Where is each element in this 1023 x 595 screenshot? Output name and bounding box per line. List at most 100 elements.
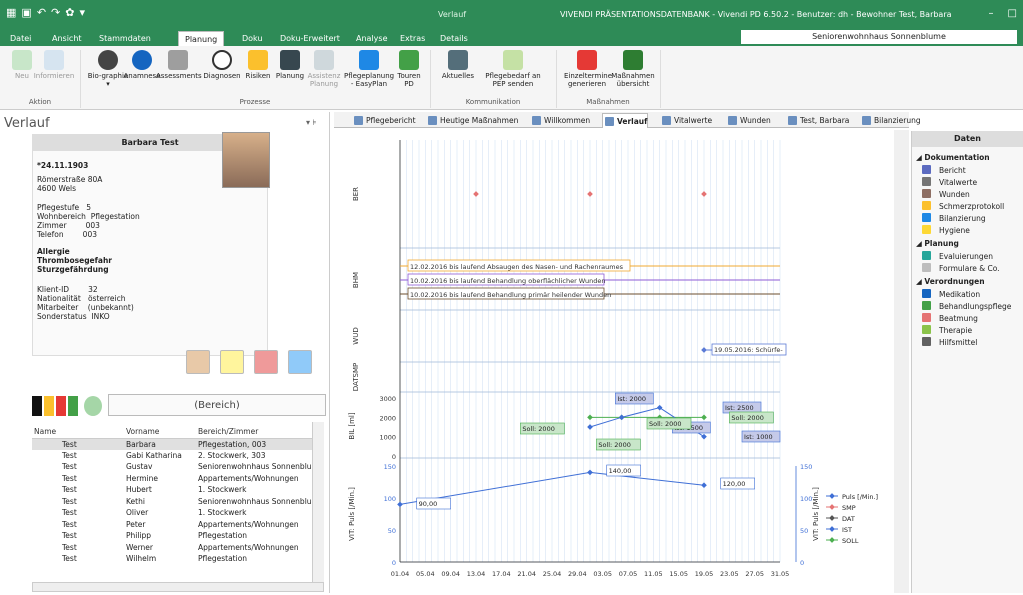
edit-button[interactable] <box>254 350 278 374</box>
tab-doku-erweitert[interactable]: Doku-Erweitert <box>274 31 346 46</box>
tree-section[interactable]: ◢ Verordnungen <box>916 277 985 286</box>
tree-item[interactable]: Evaluierungen <box>922 251 993 261</box>
tree-item[interactable]: Beatmung <box>922 313 978 323</box>
table-row[interactable]: Test Philipp Pflegestation <box>32 530 324 542</box>
table-row[interactable]: Test Barbara Pflegestation, 003 <box>32 438 324 450</box>
pin-icon[interactable]: ▾ ⊧ <box>306 118 317 127</box>
tree-item[interactable]: Schmerzprotokoll <box>922 201 1004 211</box>
tab-analyse[interactable]: Analyse <box>350 31 394 46</box>
list-hscrollbar[interactable] <box>32 582 324 592</box>
col-vorname[interactable]: Vorname <box>124 426 196 439</box>
doctab-vitalwerte[interactable]: Vitalwerte <box>660 113 712 128</box>
undo-icon[interactable]: ↶ <box>37 6 46 20</box>
filter-green-icon[interactable] <box>68 396 78 416</box>
table-row[interactable]: Test Hubert 1. Stockwerk <box>32 484 324 496</box>
leaf-icon[interactable] <box>84 396 102 416</box>
vit-tick: 100 <box>384 495 396 503</box>
tree-item[interactable]: Medikation <box>922 289 980 299</box>
minimize-icon[interactable]: – <box>989 8 994 19</box>
tree-section[interactable]: ◢ Dokumentation <box>916 153 990 162</box>
tree-item[interactable]: Hygiene <box>922 225 970 235</box>
tree-item[interactable]: Therapie <box>922 325 972 335</box>
assessments-button[interactable]: Assessments <box>156 50 202 80</box>
tree-item[interactable]: Wunden <box>922 189 970 199</box>
doctab-bilanzierung[interactable]: Bilanzierung <box>860 113 921 128</box>
redo-icon[interactable]: ↷ <box>51 6 60 20</box>
table-row[interactable]: Test Oliver 1. Stockwerk <box>32 507 324 519</box>
cell-bereich: 1. Stockwerk <box>198 485 247 495</box>
megaphone-icon <box>448 50 468 70</box>
tree-section[interactable]: ◢ Planung <box>916 239 959 248</box>
contact-button[interactable] <box>288 350 312 374</box>
vit-label: 140,00 <box>609 467 632 475</box>
warning-icon <box>248 50 268 70</box>
tab-ansicht[interactable]: Ansicht <box>46 31 88 46</box>
table-row[interactable]: Test Gustav Seniorenwohnhaus Sonnenblume <box>32 461 324 473</box>
ist-point <box>701 433 707 440</box>
x-tick-label: 01.04 <box>391 570 410 578</box>
item-icon <box>922 325 931 334</box>
col-bereich[interactable]: Bereich/Zimmer <box>196 426 324 439</box>
doctab-verlauf[interactable]: Verlauf <box>602 113 649 128</box>
legend-label: Puls [/Min.] <box>842 493 878 501</box>
facility-field[interactable]: Seniorenwohnhaus Sonnenblume <box>741 30 1017 44</box>
doctab-test-barbara[interactable]: Test, Barbara <box>786 113 849 128</box>
title-bar: ▦ ▣ ↶ ↷ ✿ ▾ Verlauf VIVENDI PRÄSENTATIONSDATE… <box>0 0 1023 28</box>
group-aktion: Aktion <box>28 98 52 106</box>
app-icon[interactable]: ▦ <box>6 6 16 20</box>
tree-item[interactable]: Bilanzierung <box>922 213 986 223</box>
cell-name: Test <box>62 485 77 495</box>
pep-button[interactable]: Pflegebedarf an PEP senden <box>478 50 548 88</box>
current-button[interactable]: Aktuelles <box>438 50 478 80</box>
tab-doku[interactable]: Doku <box>236 31 269 46</box>
single-dates-button[interactable]: Einzeltermine generieren <box>564 50 612 88</box>
doctab-wunden[interactable]: Wunden <box>726 113 771 128</box>
item-icon <box>922 213 931 222</box>
x-tick-label: 07.05 <box>619 570 638 578</box>
tab-datei[interactable]: Datei <box>4 31 37 46</box>
note-button[interactable] <box>220 350 244 374</box>
photo-button[interactable] <box>186 350 210 374</box>
puls-point <box>397 501 403 508</box>
patient-alerts: Allergie Thrombosegefahr Sturzgefährdung <box>37 247 113 274</box>
tab-extras[interactable]: Extras <box>394 31 431 46</box>
easyplan-button[interactable]: Pflegeplanung - EasyPlan <box>344 50 394 88</box>
calendar-icon <box>577 50 597 70</box>
tours-button[interactable]: Touren PD <box>394 50 424 88</box>
tree-item[interactable]: Hilfsmittel <box>922 337 977 347</box>
inform-button[interactable]: Informieren <box>32 50 76 80</box>
doctab-willkommen[interactable]: Willkommen <box>530 113 590 128</box>
tree-item[interactable]: Formulare & Co. <box>922 263 1000 273</box>
table-row[interactable]: Test Hermine Appartements/Wohnungen <box>32 473 324 485</box>
doctab-pflegebericht[interactable]: Pflegebericht <box>352 113 416 128</box>
ist-label: Ist: 2000 <box>617 395 646 403</box>
list-scrollbar[interactable] <box>312 422 324 582</box>
new-icon <box>12 50 32 70</box>
col-name[interactable]: Name <box>32 426 124 439</box>
tab-planung[interactable]: Planung <box>178 31 225 46</box>
filter-yellow-icon[interactable] <box>44 396 54 416</box>
settings-icon[interactable]: ✿ <box>65 6 74 20</box>
filter-red-icon[interactable] <box>56 396 66 416</box>
tab-details[interactable]: Details <box>434 31 474 46</box>
patient-street: Römerstraße 80A <box>37 175 103 184</box>
table-row[interactable]: Test Werner Appartements/Wohnungen <box>32 542 324 554</box>
tree-item[interactable]: Behandlungspflege <box>922 301 1011 311</box>
table-row[interactable]: Test Wilhelm Pflegestation <box>32 553 324 565</box>
measures-overview-button[interactable]: Maßnahmen übersicht <box>610 50 656 88</box>
bereich-button[interactable]: (Bereich) <box>108 394 326 416</box>
tree-item[interactable]: Vitalwerte <box>922 177 977 187</box>
table-row[interactable]: Test Gabi Katharina 2. Stockwerk, 303 <box>32 450 324 462</box>
save-icon[interactable]: ▣ <box>21 6 31 20</box>
doctab-heutige-massnahmen[interactable]: Heutige Maßnahmen <box>426 113 518 128</box>
table-row[interactable]: Test Kethi Seniorenwohnhaus Sonnenblume <box>32 496 324 508</box>
assist-planning-button[interactable]: Assistenz Planung <box>302 50 346 88</box>
bil-axis-label: BIL [ml] <box>348 412 356 439</box>
tree-item[interactable]: Bericht <box>922 165 966 175</box>
tab-stammdaten[interactable]: Stammdaten <box>93 31 157 46</box>
table-row[interactable]: Test Peter Appartements/Wohnungen <box>32 519 324 531</box>
item-icon <box>922 251 931 260</box>
dropdown-icon[interactable]: ▾ <box>79 6 85 20</box>
maximize-icon[interactable]: □ <box>1008 8 1017 19</box>
filter-black-icon[interactable] <box>32 396 42 416</box>
